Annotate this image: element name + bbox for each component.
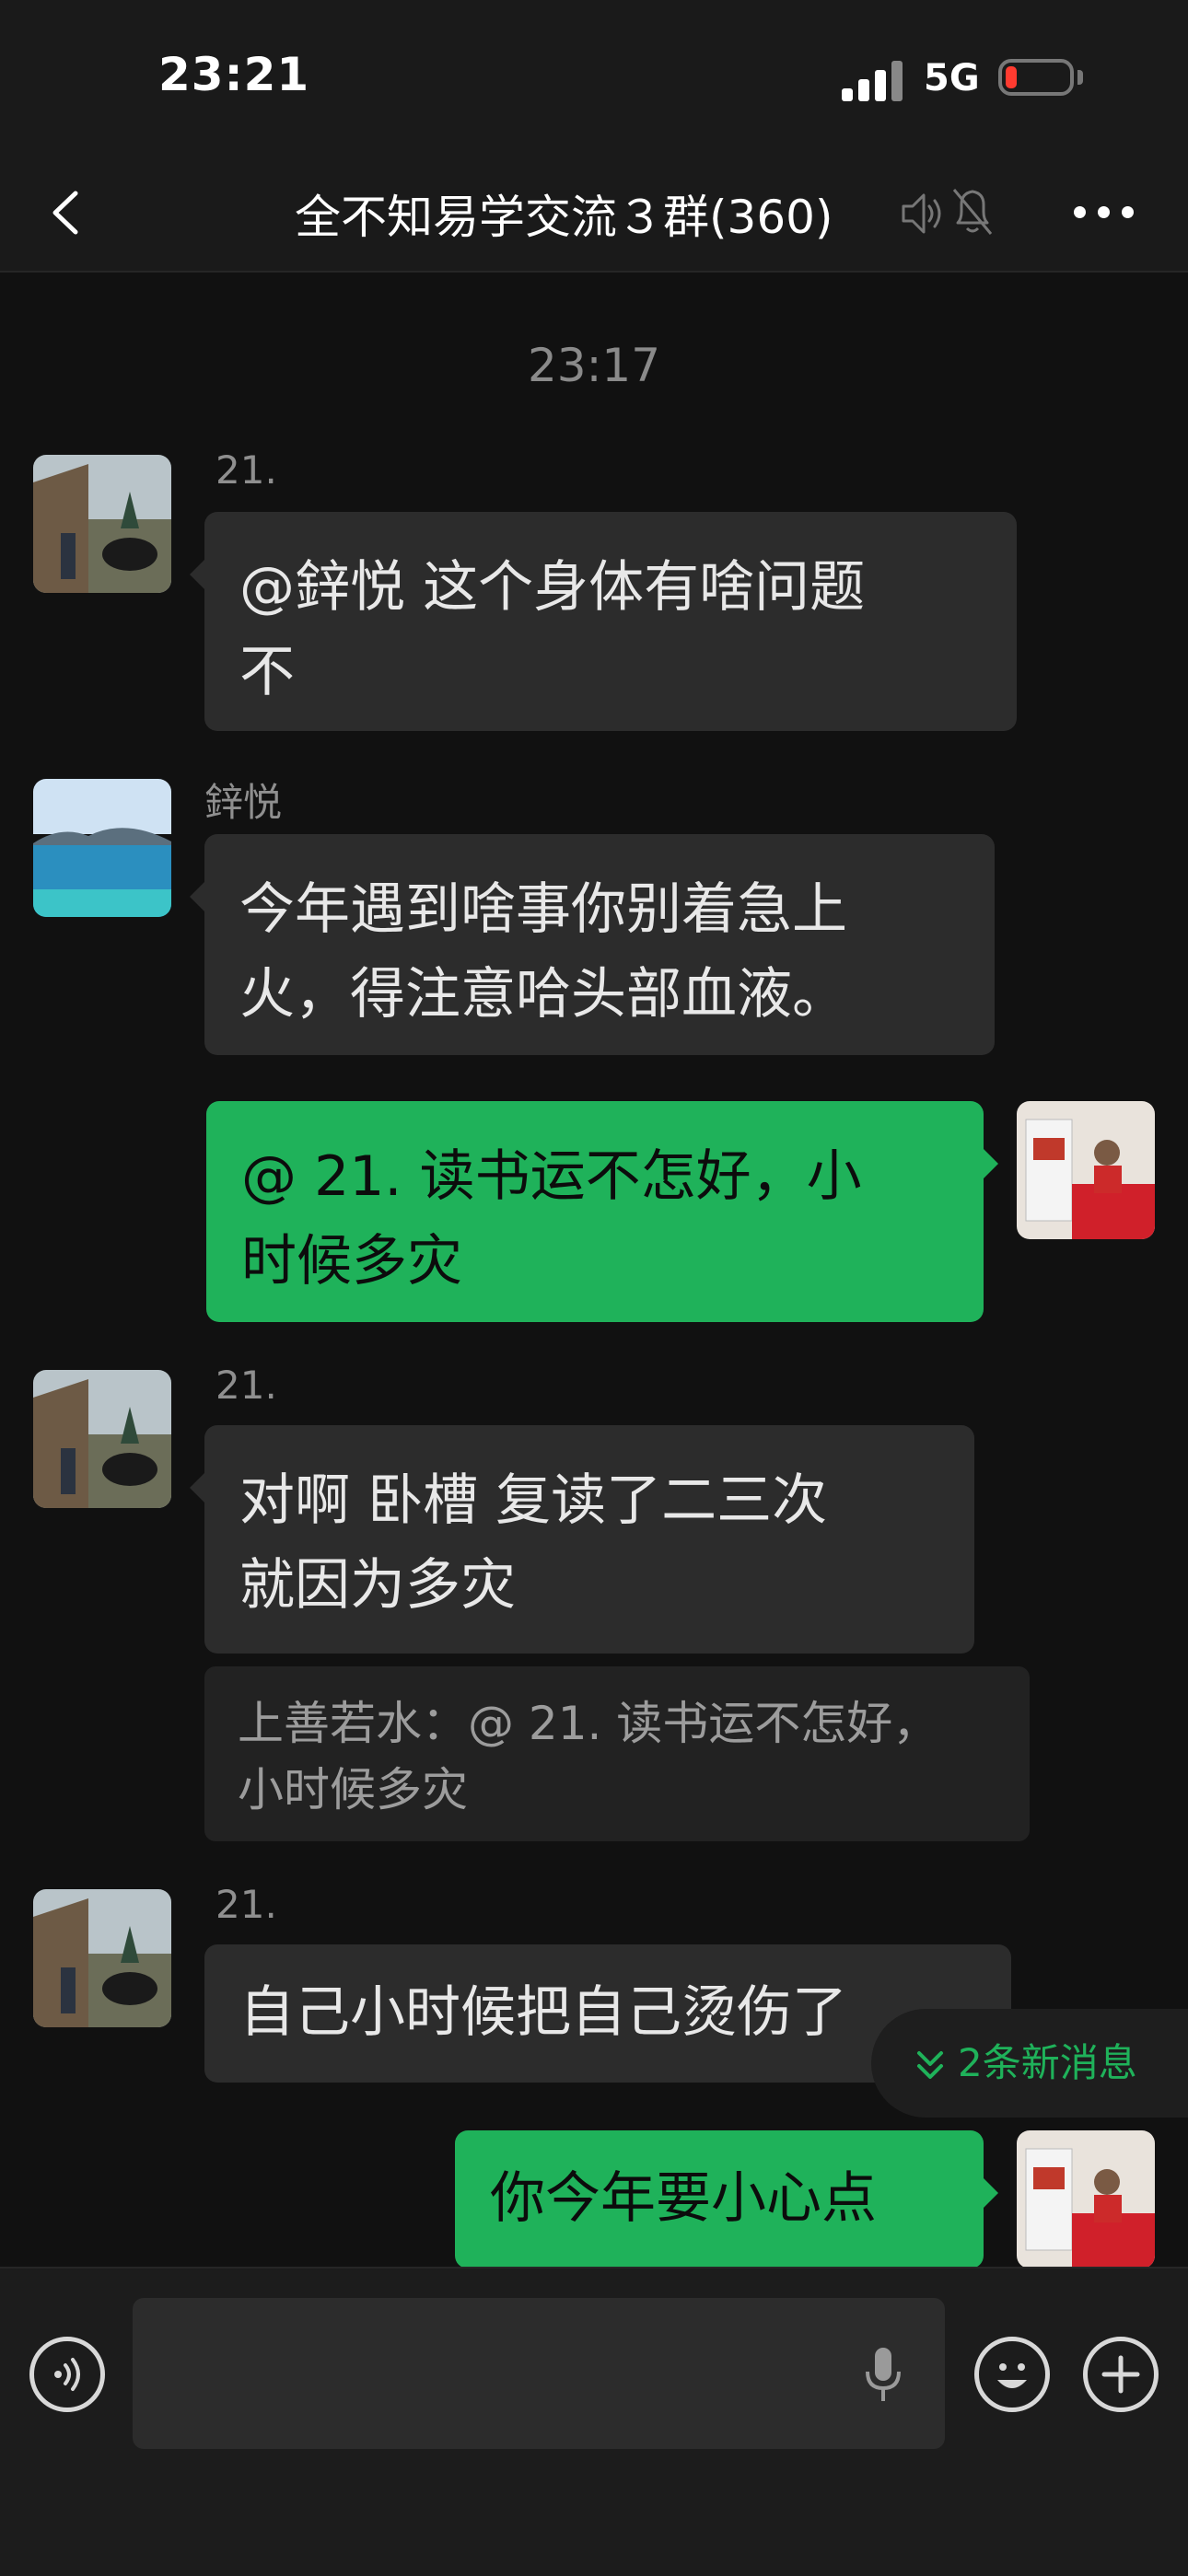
message-text-line: 你今年要小心点 <box>490 2166 877 2231</box>
bell-muted-icon <box>952 189 993 235</box>
message-input[interactable] <box>133 2298 945 2449</box>
voice-input-icon[interactable] <box>29 2337 105 2412</box>
sender-name: 21. <box>215 1882 277 1927</box>
message-bubble[interactable]: 对啊 卧槽 复读了二三次 就因为多灾 <box>190 1425 974 1654</box>
quoted-message[interactable]: 上善若水：@ 21. 读书运不怎好， 小时候多灾 <box>204 1666 1030 1841</box>
status-bar: 23:21 5G <box>0 0 1188 157</box>
sender-name: 鋅悦 <box>204 780 283 825</box>
message-text-line: 自己小时候把自己烫伤了 <box>239 1980 847 2045</box>
message-text-line: 火，得注意哈头部血液。 <box>239 962 847 1027</box>
message-text-line: @ 21. 读书运不怎好，小 <box>241 1144 862 1209</box>
message-text-line: 时候多灾 <box>241 1229 462 1294</box>
avatar[interactable] <box>33 779 171 917</box>
chat-timestamp: 23:17 <box>527 339 661 392</box>
speaker-off-icon <box>902 193 941 234</box>
message-text-line: 就因为多灾 <box>239 1553 516 1618</box>
battery-icon <box>998 59 1074 96</box>
avatar[interactable] <box>33 1889 171 2027</box>
new-messages-label: 2条新消息 <box>958 2040 1137 2085</box>
network-type: 5G <box>924 57 980 99</box>
my-message-bubble[interactable]: @ 21. 读书运不怎好，小 时候多灾 <box>206 1101 998 1322</box>
new-messages-button[interactable]: 2条新消息 <box>871 2009 1188 2118</box>
quote-text-line: 上善若水：@ 21. 读书运不怎好， <box>238 1697 939 1750</box>
chat-header: 全不知易学交流３群(360) <box>0 157 1188 273</box>
plus-icon[interactable] <box>1083 2337 1159 2412</box>
avatar[interactable] <box>33 1370 171 1508</box>
quote-text-line: 小时候多灾 <box>238 1763 468 1816</box>
my-message-bubble[interactable]: 你今年要小心点 <box>455 2130 998 2269</box>
my-avatar[interactable] <box>1017 2130 1155 2269</box>
microphone-icon[interactable] <box>860 2344 906 2405</box>
chevron-left-icon[interactable] <box>37 180 101 245</box>
message-bubble[interactable]: 今年遇到啥事你别着急上 火，得注意哈头部血液。 <box>190 834 995 1055</box>
input-bar <box>0 2267 1188 2576</box>
chat-title[interactable]: 全不知易学交流３群(360) <box>295 180 833 247</box>
my-avatar[interactable] <box>1017 1101 1155 1239</box>
message-bubble[interactable]: @鋅悦 这个身体有啥问题 不 <box>190 512 1017 731</box>
message-text-line: 对啊 卧槽 复读了二三次 <box>239 1468 828 1533</box>
emoji-icon[interactable] <box>974 2337 1050 2412</box>
sender-name: 21. <box>215 447 277 493</box>
message-text-line: 今年遇到啥事你别着急上 <box>239 877 847 942</box>
sender-name: 21. <box>215 1363 277 1408</box>
signal-strength-icon <box>842 61 903 101</box>
double-chevron-down-icon <box>917 2050 943 2079</box>
avatar[interactable] <box>33 455 171 593</box>
status-time: 23:21 <box>158 48 310 101</box>
message-text-line: 不 <box>239 640 295 704</box>
message-text-line: @鋅悦 这个身体有啥问题 <box>239 555 866 620</box>
more-icon[interactable] <box>1072 190 1136 234</box>
